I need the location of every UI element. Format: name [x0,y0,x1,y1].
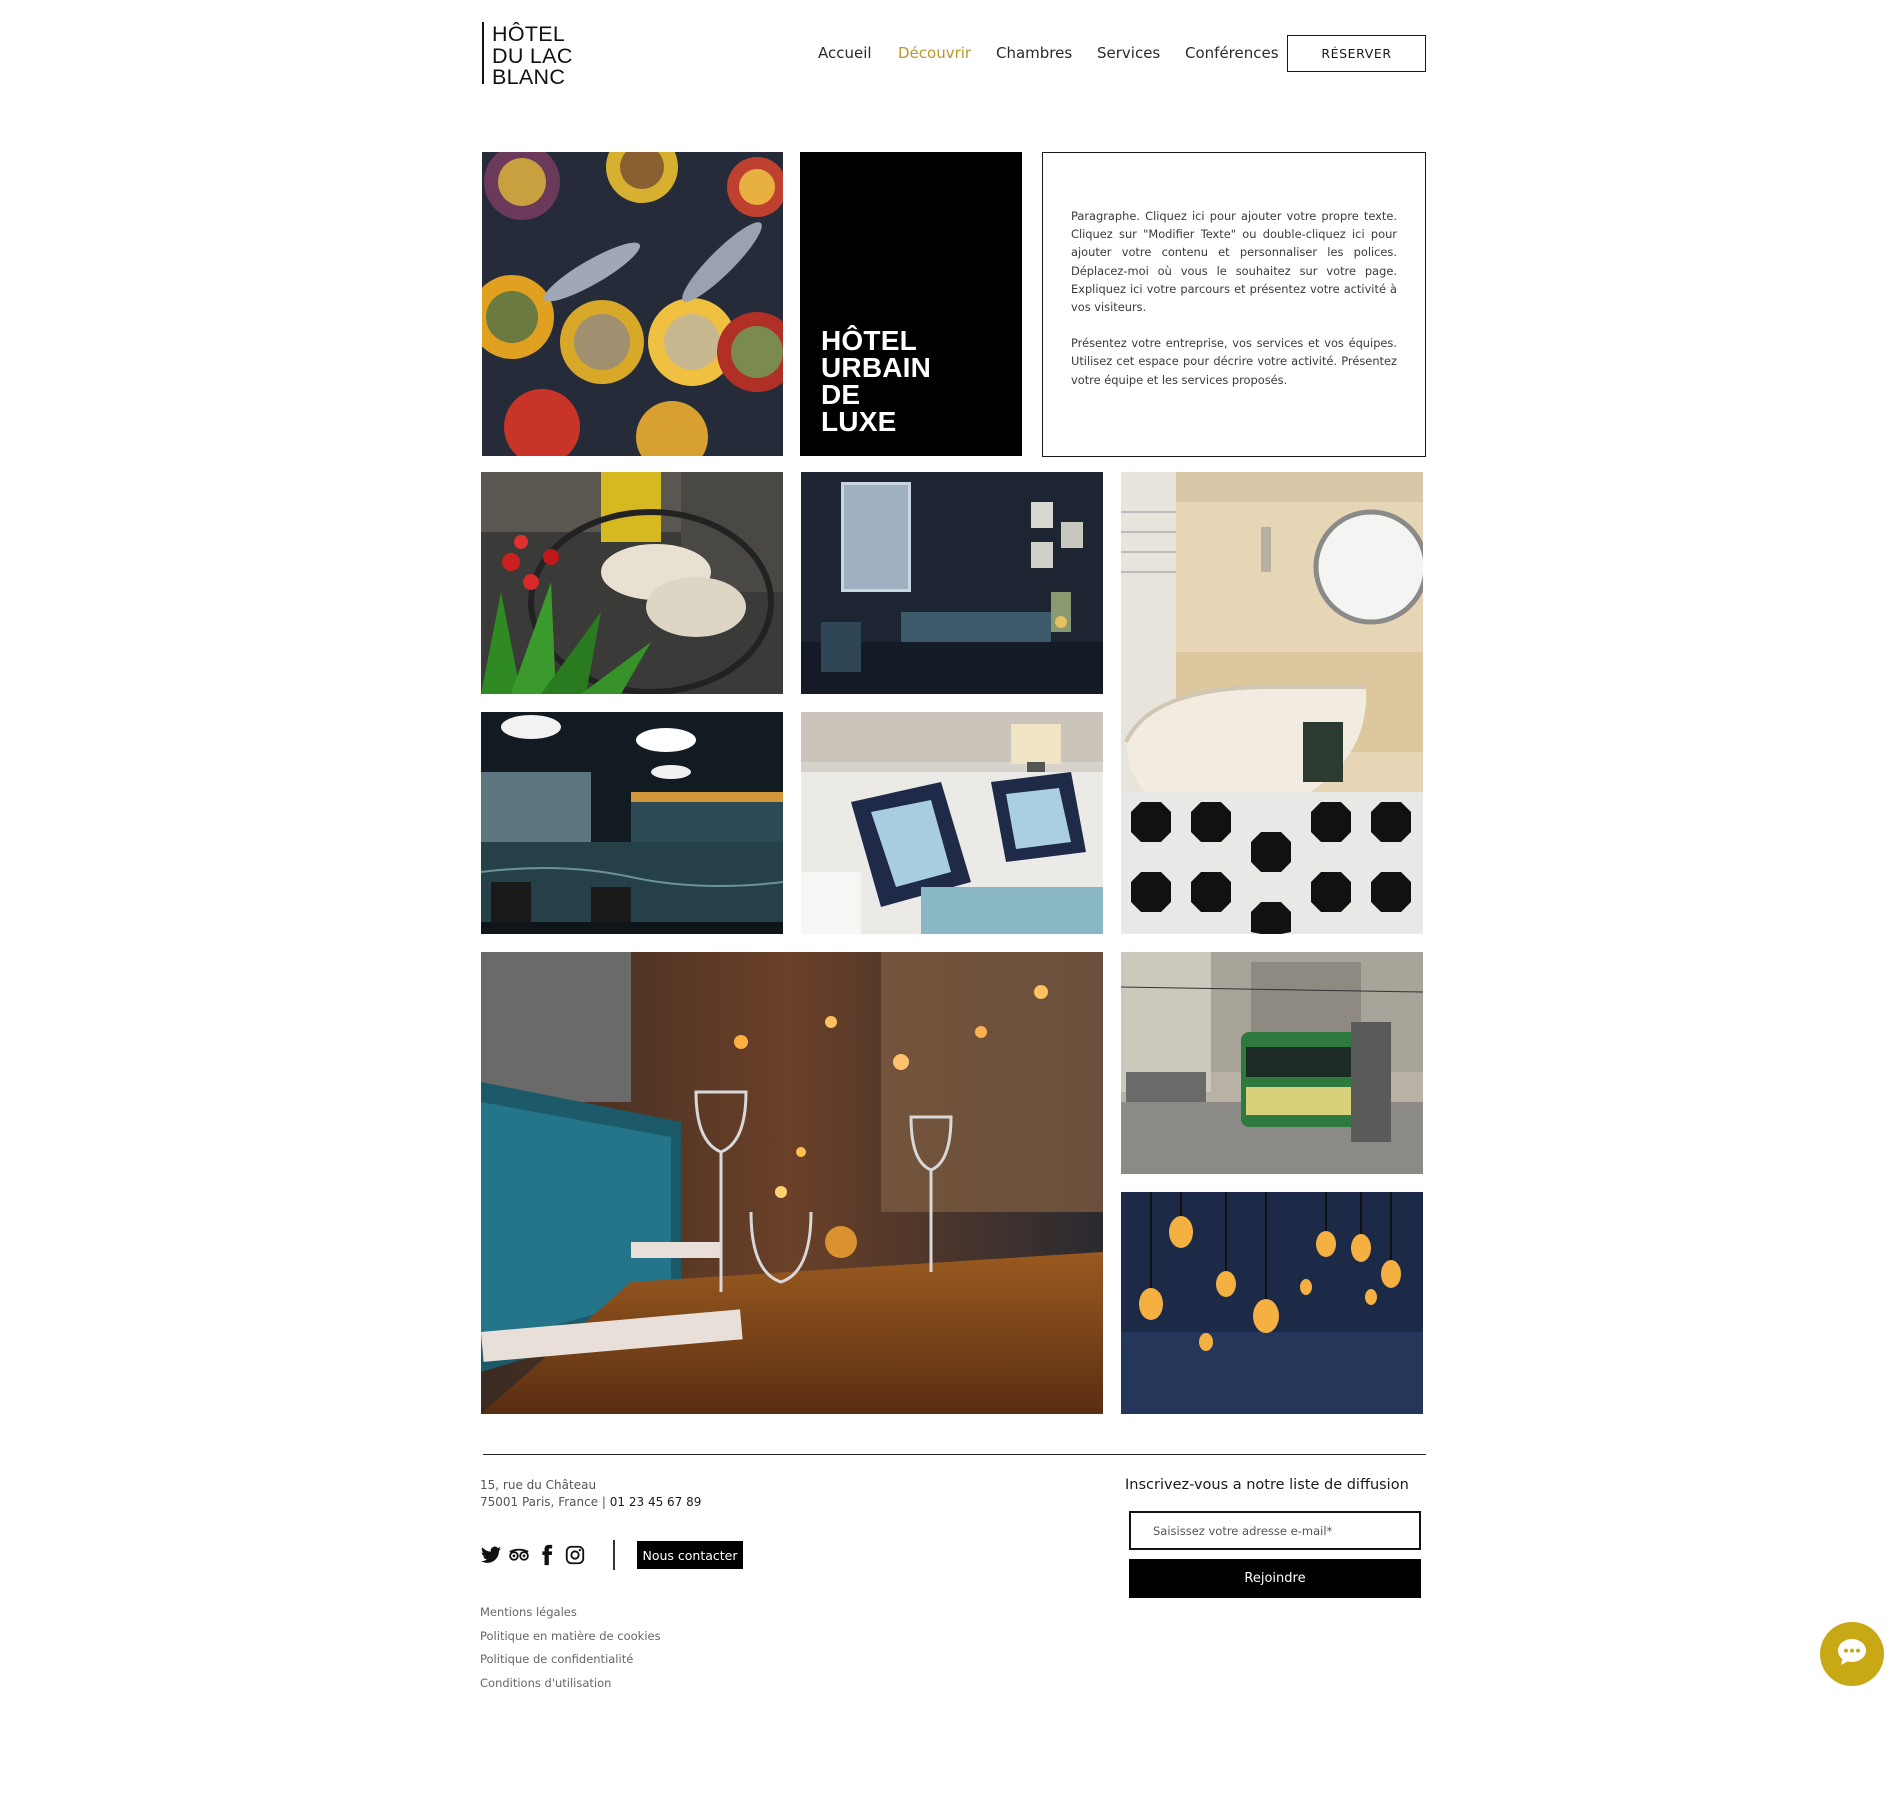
footer-divider [483,1454,1426,1455]
facebook-icon[interactable] [536,1544,558,1566]
site-logo[interactable]: HÔTEL DU LAC BLANC [492,22,573,89]
logo-line: DU LAC [492,43,573,68]
hero-title-line: DE [821,379,861,410]
nav-item-decouvrir[interactable]: Découvrir [898,44,971,62]
terrace-photo [481,472,783,694]
chat-icon [1836,1637,1868,1671]
nav-item-services[interactable]: Services [1097,44,1160,62]
pool-photo [481,712,783,934]
intro-text-box: Paragraphe. Cliquez ici pour ajouter vot… [1042,152,1426,457]
footer-separator [613,1540,615,1570]
address-line: 75001 Paris, France | [480,1495,606,1509]
tram-photo [1121,952,1423,1174]
tripadvisor-icon[interactable] [508,1544,530,1566]
lights-photo [1121,1192,1423,1414]
legal-link-cookies[interactable]: Politique en matière de cookies [480,1629,661,1643]
legal-link-mentions[interactable]: Mentions légales [480,1605,577,1619]
bedroom-photo [801,712,1103,934]
footer-address: 15, rue du Château 75001 Paris, France |… [480,1477,701,1511]
nav-item-chambres[interactable]: Chambres [996,44,1072,62]
address-line: 15, rue du Château [480,1478,597,1492]
nav-item-conferences[interactable]: Conférences [1185,44,1279,62]
instagram-icon[interactable] [564,1544,586,1566]
hero-title-line: HÔTEL [821,325,917,356]
chat-button[interactable] [1820,1622,1884,1686]
bathroom-photo [1121,472,1423,934]
hero-title-line: LUXE [821,406,897,437]
hero-title: HÔTEL URBAIN DE LUXE [821,325,932,437]
twitter-icon[interactable] [480,1544,502,1566]
intro-paragraph-2: Présentez votre entreprise, vos services… [1071,336,1397,387]
email-field[interactable]: Saisissez votre adresse e-mail* [1129,1511,1421,1550]
join-button[interactable]: Rejoindre [1129,1559,1421,1598]
legal-link-terms[interactable]: Conditions d'utilisation [480,1676,611,1690]
logo-line: HÔTEL [492,22,566,46]
contact-button[interactable]: Nous contacter [637,1541,743,1569]
hero-title-line: URBAIN [821,352,932,383]
logo-line: BLANC [492,65,566,89]
restaurant-photo [481,952,1103,1414]
lounge-photo [801,472,1103,694]
reserve-button[interactable]: RÉSERVER [1287,35,1426,72]
phone-number[interactable]: 01 23 45 67 89 [610,1495,702,1509]
newsletter-title: Inscrivez-vous a notre liste de diffusio… [1125,1477,1409,1493]
nav-item-accueil[interactable]: Accueil [818,44,872,62]
legal-link-privacy[interactable]: Politique de confidentialité [480,1652,633,1666]
food-photo [482,152,783,456]
intro-paragraph-1: Paragraphe. Cliquez ici pour ajouter vot… [1071,209,1397,315]
logo-bar [482,22,484,84]
